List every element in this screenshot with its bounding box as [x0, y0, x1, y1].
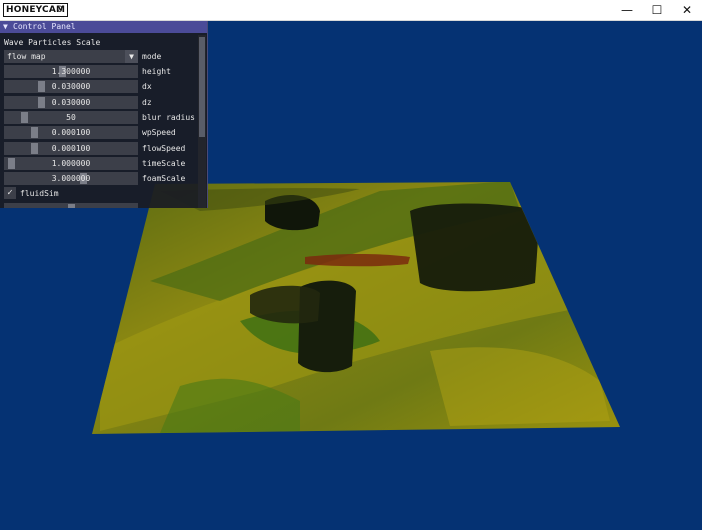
slider-flowspeed[interactable]: 0.000100: [4, 142, 138, 155]
minimize-icon: —: [621, 3, 633, 17]
slider-row-dx: 0.030000 dx: [4, 80, 200, 93]
slider-label: foamScale: [142, 174, 186, 183]
slider-value: 0.000100: [51, 144, 91, 153]
partial-slider[interactable]: [4, 203, 138, 208]
scrollbar-thumb[interactable]: [199, 37, 205, 137]
app-version: 0: [57, 5, 63, 15]
slider-dz[interactable]: 0.030000: [4, 96, 138, 109]
slider-row-height: 1.300000 height: [4, 65, 200, 78]
slider-label: height: [142, 67, 171, 76]
slider-row-wpspeed: 0.000100 wpSpeed: [4, 126, 200, 139]
fluidsim-label: fluidSim: [20, 189, 59, 198]
slider-timescale[interactable]: 1.000000: [4, 157, 138, 170]
fluidsim-row: ✓ fluidSim: [4, 187, 200, 200]
slider-label: dz: [142, 98, 152, 107]
slider-label: blur radius: [142, 113, 195, 122]
maximize-icon: ☐: [651, 3, 663, 17]
terrain-surface: [92, 182, 620, 434]
panel-scrollbar[interactable]: [198, 35, 206, 208]
slider-grab[interactable]: [38, 81, 45, 92]
slider-grab[interactable]: [68, 204, 75, 208]
control-panel: ▼ Control Panel Wave Particles Scale flo…: [0, 21, 208, 208]
fluidsim-checkbox[interactable]: ✓: [4, 187, 16, 199]
slider-row-dz: 0.030000 dz: [4, 96, 200, 109]
slider-value: 0.000100: [51, 128, 91, 137]
slider-value: 0.030000: [51, 82, 91, 91]
slider-grab[interactable]: [8, 158, 15, 169]
partial-slider-row: [4, 203, 200, 208]
slider-height[interactable]: 1.300000: [4, 65, 138, 78]
mode-label: mode: [142, 52, 162, 61]
collapse-icon[interactable]: ▼: [3, 21, 8, 33]
close-icon: ✕: [681, 3, 693, 17]
slider-dx[interactable]: 0.030000: [4, 80, 138, 93]
slider-value: 1.000000: [51, 159, 91, 168]
minimize-button[interactable]: —: [612, 0, 642, 20]
slider-row-timescale: 1.000000 timeScale: [4, 157, 200, 170]
mode-value: flow map: [7, 52, 46, 61]
slider-value: 0.030000: [51, 98, 91, 107]
control-panel-header[interactable]: ▼ Control Panel: [0, 21, 207, 33]
slider-wpspeed[interactable]: 0.000100: [4, 126, 138, 139]
slider-value: 50: [66, 113, 76, 122]
slider-row-blur-radius: 50 blur radius: [4, 111, 200, 124]
slider-label: flowSpeed: [142, 144, 186, 153]
maximize-button[interactable]: ☐: [642, 0, 672, 20]
slider-grab[interactable]: [31, 143, 38, 154]
mode-row: flow map ▼ mode: [4, 50, 200, 63]
slider-label: wpSpeed: [142, 128, 176, 137]
close-button[interactable]: ✕: [672, 0, 702, 20]
slider-value: 1.300000: [51, 67, 91, 76]
slider-label: dx: [142, 82, 152, 91]
slider-foamscale[interactable]: 3.000000: [4, 172, 138, 185]
slider-blur-radius[interactable]: 50: [4, 111, 138, 124]
dropdown-arrow-icon: ▼: [125, 50, 138, 63]
mode-dropdown[interactable]: flow map ▼: [4, 50, 138, 63]
slider-grab[interactable]: [21, 112, 28, 123]
slider-grab[interactable]: [31, 127, 38, 138]
section-title: Wave Particles Scale: [4, 38, 101, 47]
slider-value: 3.000000: [51, 174, 91, 183]
slider-label: timeScale: [142, 159, 186, 168]
control-panel-title: Control Panel: [13, 22, 76, 31]
slider-row-flowspeed: 0.000100 flowSpeed: [4, 142, 200, 155]
window-title-bar: HONEYCAM 0 — ☐ ✕: [0, 0, 702, 21]
slider-row-foamscale: 3.000000 foamScale: [4, 172, 200, 185]
slider-grab[interactable]: [38, 97, 45, 108]
